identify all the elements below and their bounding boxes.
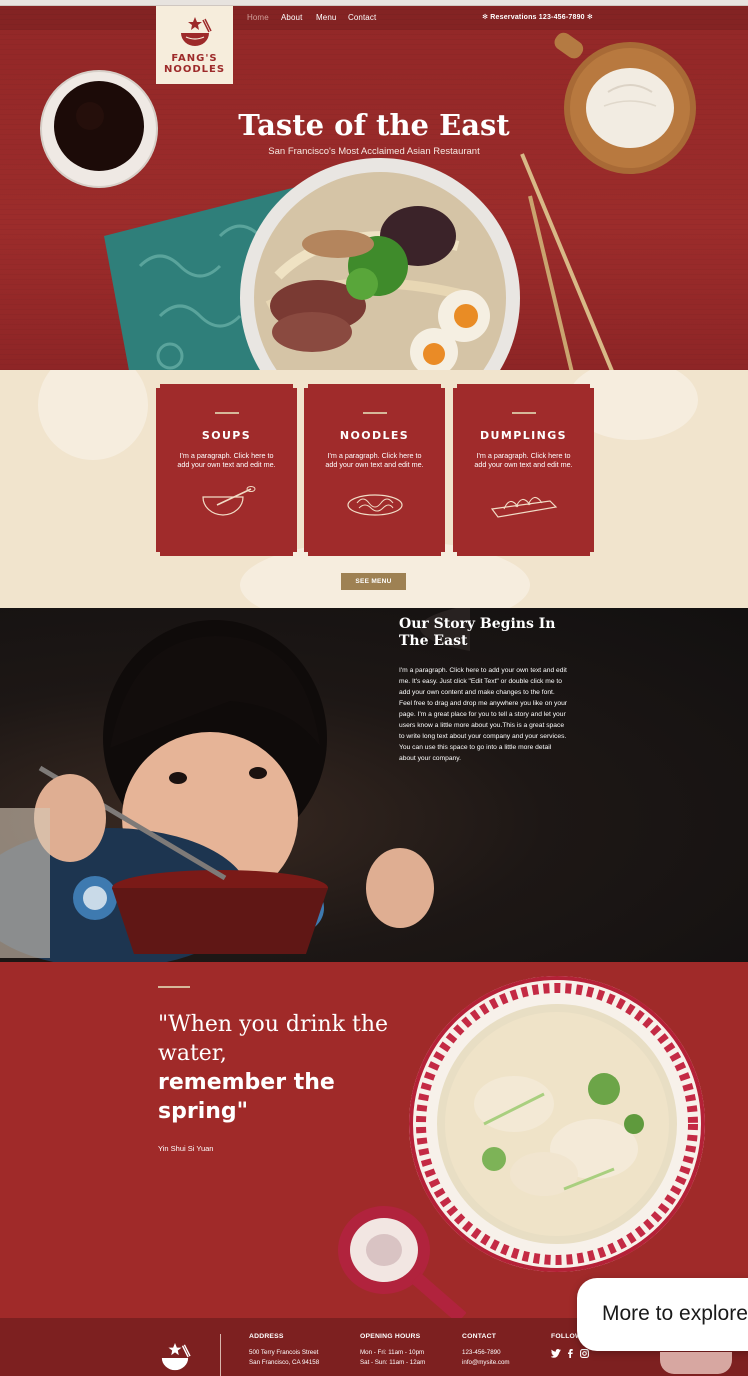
reservations-phone[interactable]: ✻ Reservations 123-456-7890 ✻ <box>482 13 593 21</box>
footer-logo-icon[interactable] <box>158 1342 192 1372</box>
quote-text: "When you drink the water, remember the … <box>158 1010 398 1126</box>
brand-name-line2: NOODLES <box>163 64 226 75</box>
footer-hours-line1: Mon - Fri: 11am - 10pm <box>360 1349 425 1356</box>
noodle-bowl-logo-icon <box>180 17 212 46</box>
quote-line-1: "When you drink the water, <box>158 1012 389 1066</box>
card-title: NOODLES <box>339 429 410 442</box>
nav-contact[interactable]: Contact <box>348 13 376 22</box>
porcelain-spoon-image <box>338 1206 466 1318</box>
menu-section: SOUPS I'm a paragraph. Click here to add… <box>0 370 748 608</box>
hero-subtitle: San Francisco's Most Acclaimed Asian Res… <box>268 146 480 157</box>
story-section: Our Story Begins In The East I'm a parag… <box>0 608 748 962</box>
brand-logo[interactable]: FANG'S NOODLES <box>156 6 233 84</box>
nav-about[interactable]: About <box>281 13 302 22</box>
footer-address-line1: 500 Terry Francois Street <box>249 1349 319 1356</box>
footer-contact-phone[interactable]: 123-456-7890 <box>462 1348 501 1358</box>
footer-address-heading: ADDRESS <box>249 1333 284 1340</box>
menu-card-dumplings[interactable]: DUMPLINGS I'm a paragraph. Click here to… <box>453 384 594 556</box>
card-divider <box>363 412 387 414</box>
nav-menu[interactable]: Menu <box>316 13 336 22</box>
quote-line-2: remember the spring" <box>158 1070 335 1124</box>
footer-divider <box>220 1334 221 1376</box>
card-description: I'm a paragraph. Click here to add your … <box>177 451 276 469</box>
footer-contact-heading: CONTACT <box>462 1333 497 1340</box>
ramen-bowl-image <box>240 158 520 370</box>
quote-author: Yin Shui Si Yuan <box>158 1144 214 1153</box>
footer-hours-heading: OPENING HOURS <box>360 1333 421 1340</box>
more-to-explore-label: More to explore <box>602 1302 748 1325</box>
footer-contact-email[interactable]: info@mysite.com <box>462 1358 510 1368</box>
footer-hours-line2: Sat - Sun: 11am - 12am <box>360 1359 426 1366</box>
footer-address-line2: San Francisco, CA 94158 <box>249 1359 320 1366</box>
menu-card-soups[interactable]: SOUPS I'm a paragraph. Click here to add… <box>156 384 297 556</box>
facebook-icon[interactable] <box>567 1349 573 1358</box>
twitter-icon[interactable] <box>551 1349 561 1358</box>
soup-bowl-icon <box>197 483 257 523</box>
card-divider <box>512 412 536 414</box>
quote-divider <box>158 986 190 988</box>
bottom-pill-handle[interactable] <box>660 1352 732 1374</box>
brand-name-line1: FANG'S <box>171 53 218 64</box>
dumpling-tray-icon <box>488 483 560 523</box>
hero-section: Home About Menu Contact ✻ Reservations 1… <box>0 6 748 370</box>
card-description: I'm a paragraph. Click here to add your … <box>474 451 573 469</box>
chopsticks-image <box>520 153 614 370</box>
noodle-plate-icon <box>345 483 405 523</box>
menu-card-noodles[interactable]: NOODLES I'm a paragraph. Click here to a… <box>304 384 445 556</box>
top-navbar: Home About Menu Contact ✻ Reservations 1… <box>0 6 748 30</box>
hero-title: Taste of the East <box>238 108 510 142</box>
see-menu-button[interactable]: SEE MENU <box>341 573 406 590</box>
more-to-explore-button[interactable]: More to explore <box>577 1278 748 1351</box>
quote-section: "When you drink the water, remember the … <box>0 962 748 1318</box>
child-eating-photo <box>0 608 470 962</box>
card-description: I'm a paragraph. Click here to add your … <box>325 451 424 469</box>
instagram-icon[interactable] <box>580 1349 589 1358</box>
card-title: SOUPS <box>201 429 252 442</box>
ghost-dish-image <box>38 370 148 460</box>
card-divider <box>215 412 239 414</box>
story-title: Our Story Begins In The East <box>399 616 556 649</box>
story-paragraph: I'm a paragraph. Click here to add your … <box>399 667 568 762</box>
nav-home[interactable]: Home <box>247 13 269 22</box>
card-title: DUMPLINGS <box>480 429 567 442</box>
